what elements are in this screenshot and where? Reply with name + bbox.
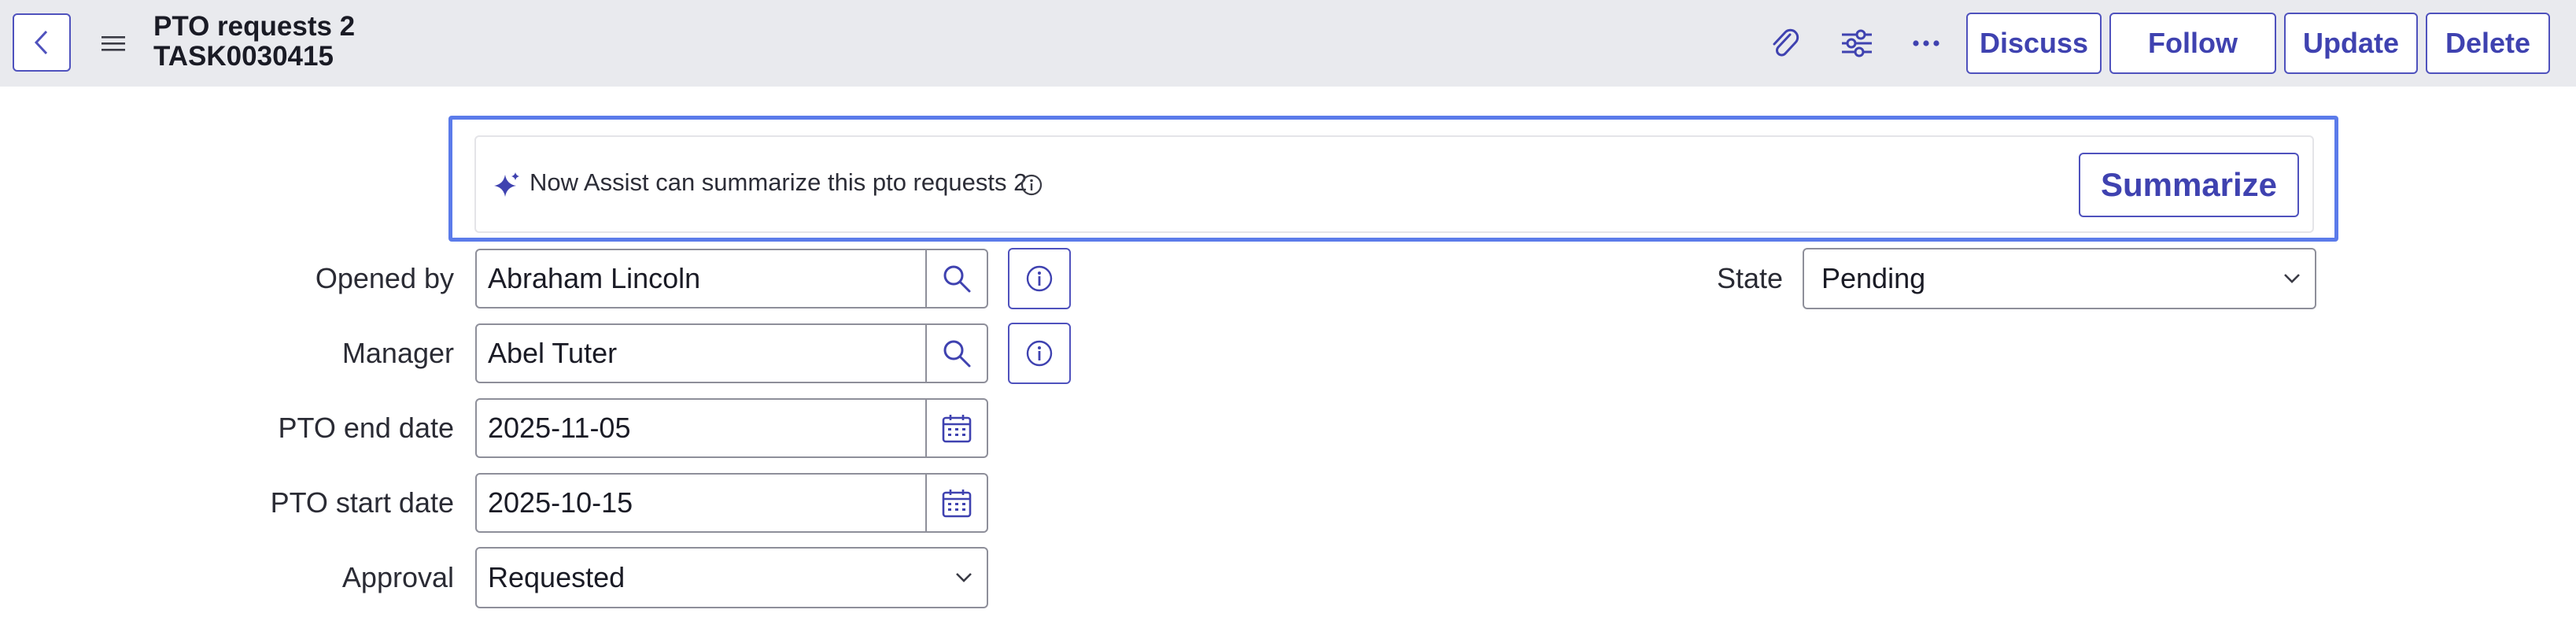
opened-by-field[interactable]: Abraham Lincoln <box>475 249 927 308</box>
opened-by-label: Opened by <box>315 262 454 294</box>
summarize-button[interactable]: Summarize <box>2079 153 2299 217</box>
pto-end-date-label: PTO end date <box>278 412 455 444</box>
back-icon <box>34 30 48 55</box>
paperclip-icon[interactable] <box>1766 25 1803 61</box>
info-icon <box>1026 265 1053 292</box>
approval-selected-value: Requested <box>488 561 626 593</box>
now-assist-message: Now Assist can summarize this pto reques… <box>530 168 1028 196</box>
back-button[interactable] <box>13 13 71 72</box>
manager-lookup-button[interactable] <box>925 323 988 383</box>
state-select[interactable]: Pending <box>1803 248 2316 309</box>
manager-label: Manager <box>341 337 454 369</box>
pto-start-date-field[interactable]: 2025-10-15 <box>475 473 927 533</box>
manager-field[interactable]: Abel Tuter <box>475 323 927 383</box>
sliders-icon[interactable] <box>1838 25 1876 61</box>
pto-start-date-picker-button[interactable] <box>925 473 988 533</box>
calendar-icon <box>942 490 972 518</box>
opened-by-lookup-button[interactable] <box>925 249 988 308</box>
chevron-down-icon <box>956 573 972 582</box>
info-icon[interactable] <box>1020 173 1043 197</box>
info-icon <box>1026 340 1053 367</box>
pto-start-date-label: PTO start date <box>270 486 454 519</box>
sparkle-icon <box>494 172 519 197</box>
update-button[interactable]: Update <box>2284 13 2418 74</box>
approval-label: Approval <box>341 561 454 593</box>
delete-button[interactable]: Delete <box>2426 13 2550 74</box>
search-icon <box>943 340 971 368</box>
search-icon <box>943 265 971 293</box>
chevron-down-icon <box>2284 274 2300 283</box>
calendar-icon <box>942 415 972 443</box>
more-icon[interactable] <box>1907 25 1945 61</box>
header-bar: PTO requests 2 TASK0030415 Discuss Follo… <box>0 0 2576 87</box>
approval-select[interactable]: Requested <box>475 547 988 608</box>
follow-button[interactable]: Follow <box>2109 13 2276 74</box>
pto-end-date-picker-button[interactable] <box>925 398 988 458</box>
hamburger-icon[interactable] <box>101 31 126 55</box>
manager-info-button[interactable] <box>1008 323 1071 384</box>
opened-by-info-button[interactable] <box>1008 248 1071 309</box>
record-number: TASK0030415 <box>153 41 334 72</box>
pto-end-date-field[interactable]: 2025-11-05 <box>475 398 927 458</box>
state-label: State <box>1716 262 1783 294</box>
record-title: PTO requests 2 <box>153 11 356 42</box>
state-selected-value: Pending <box>1821 262 1926 294</box>
discuss-button[interactable]: Discuss <box>1966 13 2102 74</box>
